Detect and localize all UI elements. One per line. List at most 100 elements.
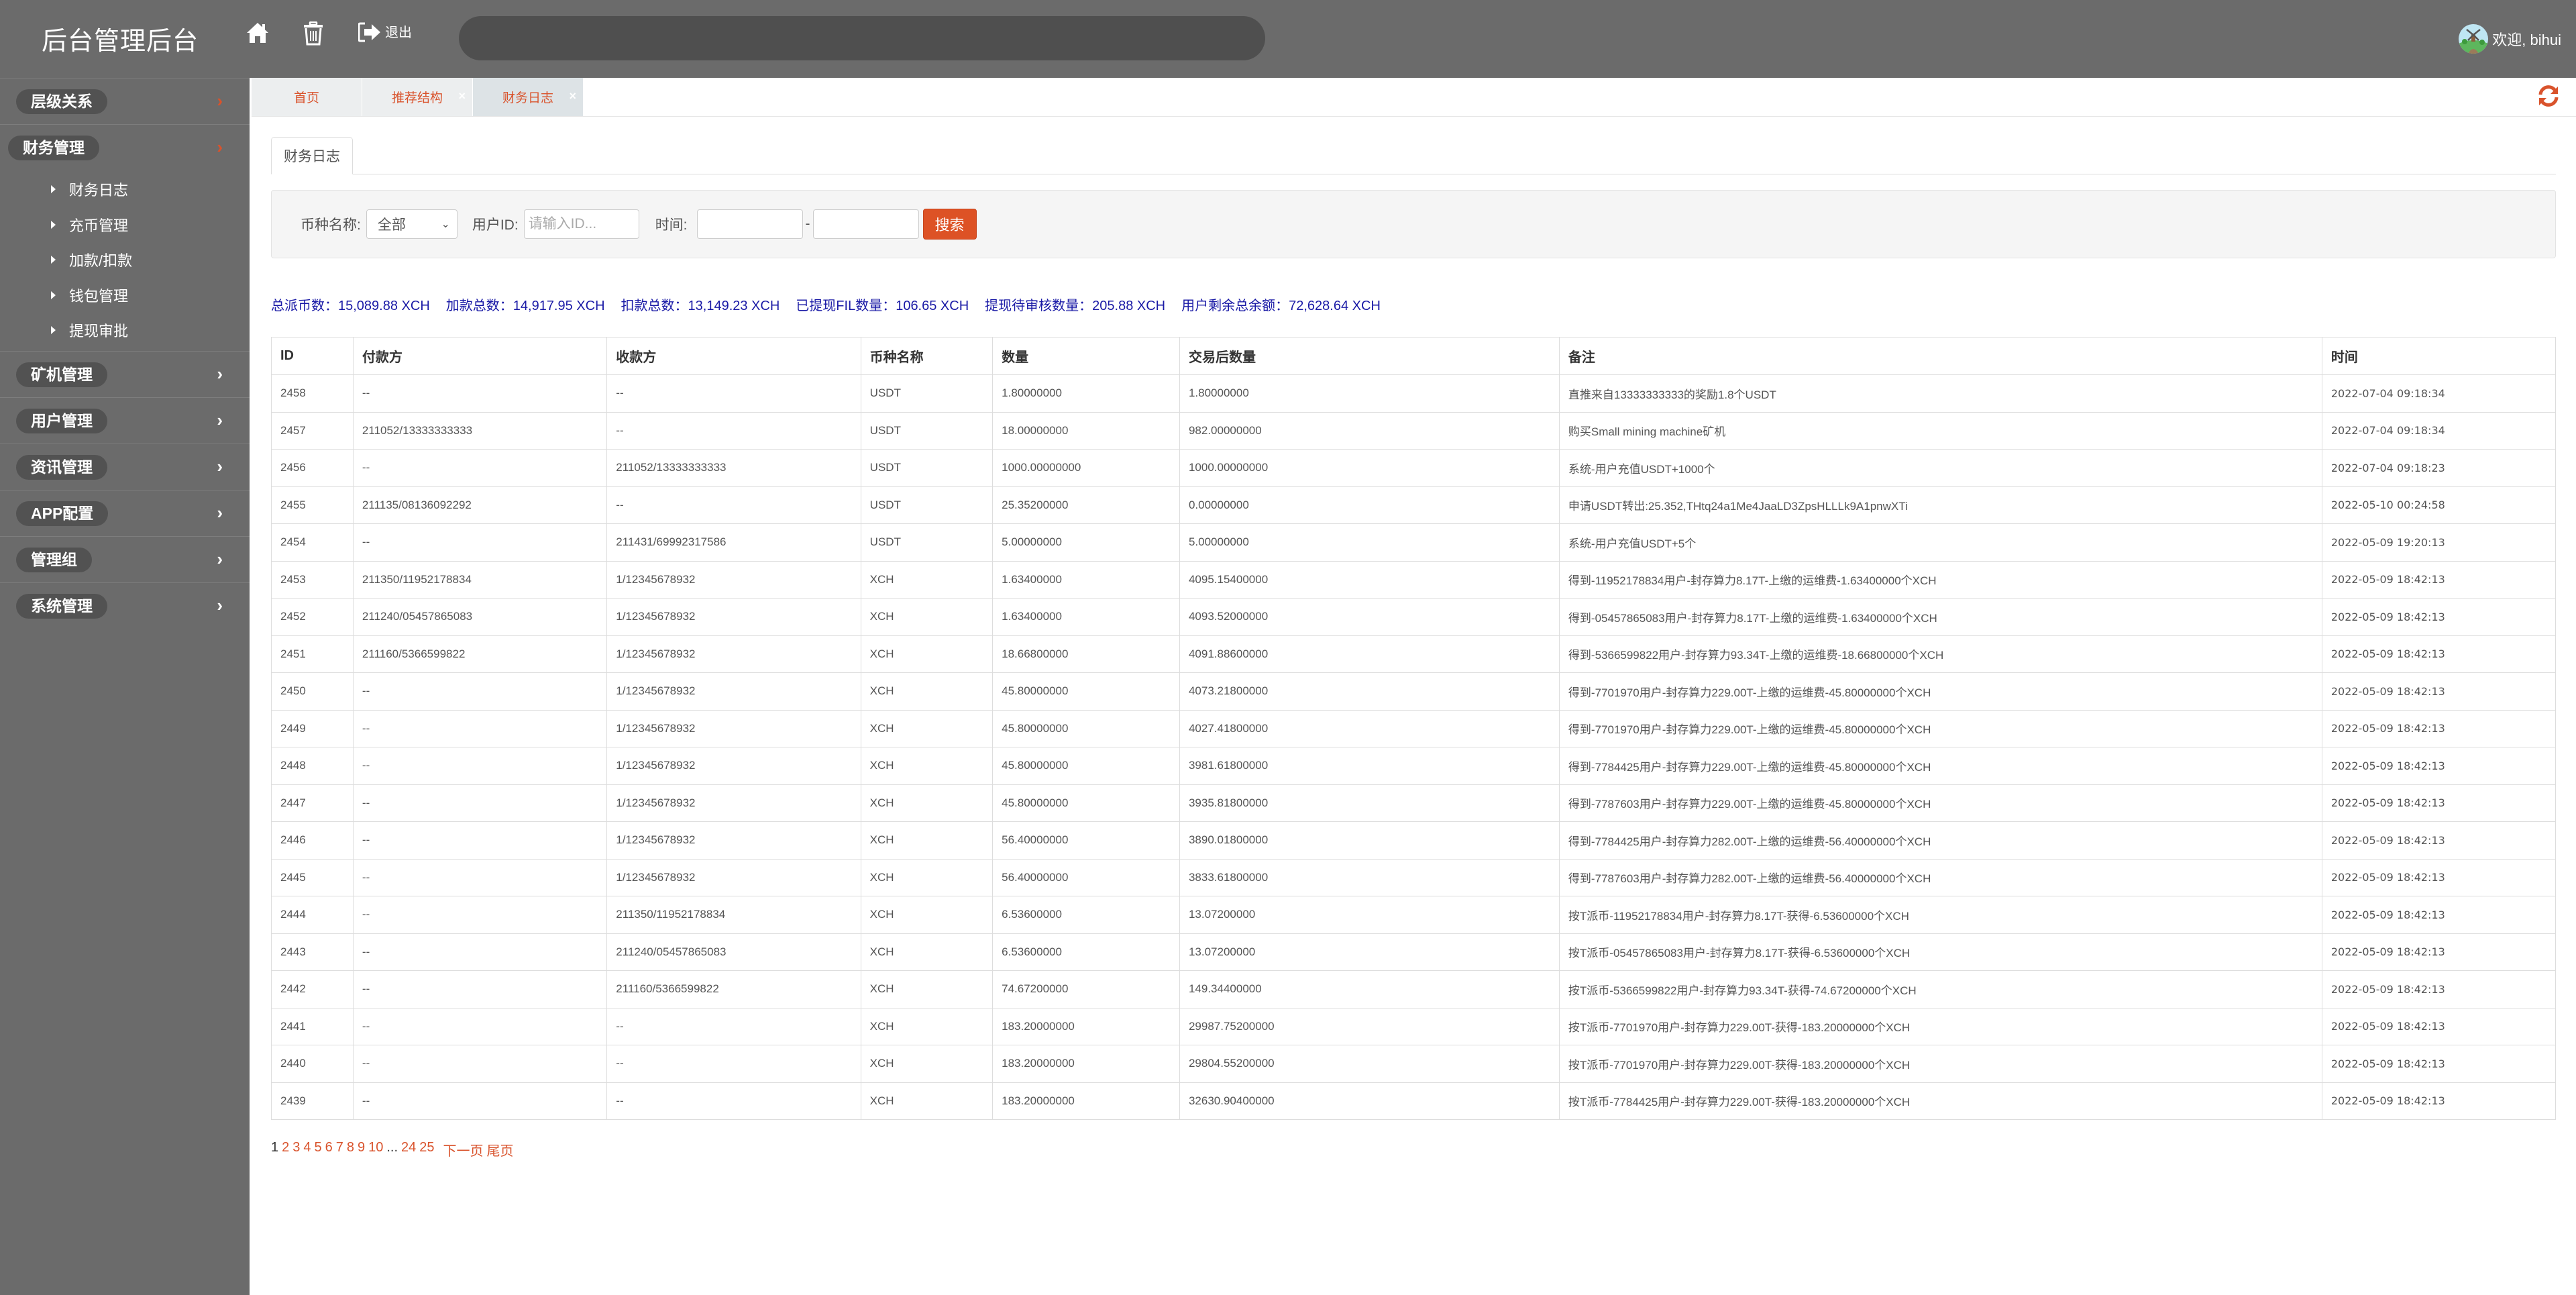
cell-coin: XCH (860, 560, 994, 599)
close-icon[interactable]: × (569, 89, 576, 103)
cell-time: 2022-05-09 18:42:13 (2321, 1082, 2557, 1120)
cell-time: 2022-05-09 18:42:13 (2321, 635, 2557, 673)
chevron-right-icon: › (217, 137, 223, 157)
cell-payer: 211350/11952178834 (352, 560, 608, 599)
logout-button[interactable]: 退出 (358, 21, 412, 42)
cell-payee: 211160/5366599822 (606, 970, 861, 1008)
chevron-right-icon: › (217, 363, 223, 384)
sidebar-item-withdraw-approval[interactable]: 提现审批 (0, 313, 250, 348)
sidebar-item-label: 提现审批 (69, 323, 129, 340)
cell-coin: XCH (860, 858, 994, 896)
cell-remark: 直推来自13333333333的奖励1.8个USDT (1558, 374, 2322, 413)
cell-coin: USDT (860, 374, 994, 413)
page-tab-finance-log[interactable]: 财务日志 (271, 137, 353, 174)
sidebar-group-label: 资讯管理 (16, 454, 107, 480)
table-row: 2457 211052/13333333333 -- USDT 18.00000000 9… (271, 411, 2557, 450)
trash-button[interactable] (303, 21, 323, 46)
page-link[interactable]: 25 (419, 1140, 434, 1159)
start-time-input[interactable] (696, 209, 803, 239)
sidebar-item-label: 财务日志 (69, 182, 129, 199)
sidebar-item-wallet[interactable]: 钱包管理 (0, 278, 250, 313)
sidebar-group-system[interactable]: 系统管理 › (0, 582, 250, 629)
cell-amount: 45.80000000 (992, 709, 1180, 747)
cell-id: 2458 (271, 374, 354, 413)
page-link[interactable]: 4 (303, 1140, 311, 1159)
sidebar-group-app-config[interactable]: APP配置 › (0, 489, 250, 536)
cell-time: 2022-07-04 09:18:34 (2321, 411, 2557, 450)
cell-payer: -- (352, 858, 608, 896)
chevron-right-icon: › (217, 502, 223, 523)
cell-payee: 1/12345678932 (606, 672, 861, 711)
cell-remark: 系统-用户充值USDT+1000个 (1558, 449, 2322, 487)
cell-balance-after: 13.07200000 (1179, 896, 1560, 934)
coin-select[interactable]: 全部 ⌄ (366, 209, 458, 239)
column-header-time: 时间 (2321, 337, 2557, 375)
cell-coin: XCH (860, 821, 994, 860)
sidebar: 层级关系 › 财务管理 › 财务日志 充币管理 加款/扣款 钱包管理 提现审批 … (0, 78, 250, 1295)
refresh-button[interactable] (2537, 85, 2560, 111)
page-link[interactable]: 7 (336, 1140, 343, 1159)
page-link[interactable]: 9 (358, 1140, 365, 1159)
cell-balance-after: 3935.81800000 (1179, 784, 1560, 822)
cell-payer: -- (352, 970, 608, 1008)
cell-payer: 211052/13333333333 (352, 411, 608, 450)
sidebar-group-admin-group[interactable]: 管理组 › (0, 535, 250, 582)
table-row: 2442 -- 211160/5366599822 XCH 74.67200000 149… (271, 970, 2557, 1008)
user-menu[interactable]: 欢迎, bihui (2459, 24, 2561, 54)
page-link[interactable]: 6 (325, 1140, 333, 1159)
cell-payer: -- (352, 672, 608, 711)
next-page-link[interactable]: 下一页 (443, 1140, 484, 1159)
time-label: 时间: (655, 217, 688, 233)
refresh-icon (2538, 85, 2559, 107)
last-page-link[interactable]: 尾页 (487, 1140, 514, 1159)
user-id-input[interactable] (523, 209, 639, 239)
home-icon (247, 23, 268, 43)
cell-time: 2022-05-09 18:42:13 (2321, 858, 2557, 896)
avatar (2459, 24, 2489, 54)
sidebar-group-users[interactable]: 用户管理 › (0, 397, 250, 444)
sidebar-group-hierarchy[interactable]: 层级关系 › (0, 78, 250, 124)
top-search-input[interactable] (459, 16, 1265, 60)
cell-balance-after: 0.00000000 (1179, 486, 1560, 524)
cell-payer: 211135/08136092292 (352, 486, 608, 524)
page-link[interactable]: 10 (368, 1140, 383, 1159)
column-header-payee: 收款方 (606, 337, 861, 375)
page-link[interactable]: 24 (401, 1140, 416, 1159)
cell-payer: -- (352, 374, 608, 413)
pagination: 1 2 3 4 5 6 7 8 9 10... 24 25 下一页 尾页 (271, 1140, 2556, 1159)
tab-referral-structure[interactable]: 推荐结构 × (362, 78, 472, 116)
cell-balance-after: 29804.55200000 (1179, 1045, 1560, 1083)
page-ellipsis: ... (386, 1140, 398, 1155)
sidebar-item-deposit[interactable]: 充币管理 (0, 207, 250, 243)
page-link[interactable]: 5 (315, 1140, 322, 1159)
sidebar-group-miners[interactable]: 矿机管理 › (0, 350, 250, 397)
sidebar-group-news[interactable]: 资讯管理 › (0, 443, 250, 490)
table-row: 2445 -- 1/12345678932 XCH 56.40000000 3833.61… (271, 858, 2557, 896)
cell-amount: 1.63400000 (992, 560, 1180, 599)
cell-amount: 18.00000000 (992, 411, 1180, 450)
sidebar-item-finance-log[interactable]: 财务日志 (0, 172, 250, 207)
tab-home[interactable]: 首页 (252, 78, 362, 116)
home-button[interactable] (246, 21, 270, 44)
cell-amount: 1.80000000 (992, 374, 1180, 413)
sidebar-group-finance[interactable]: 财务管理 › (0, 124, 250, 170)
sidebar-item-adjust-balance[interactable]: 加款/扣款 (0, 242, 250, 278)
page-link[interactable]: 2 (282, 1140, 289, 1159)
end-time-input[interactable] (812, 209, 919, 239)
cell-id: 2443 (271, 933, 354, 971)
cell-payer: -- (352, 709, 608, 747)
cell-id: 2456 (271, 449, 354, 487)
table-row: 2456 -- 211052/13333333333 USDT 1000.0000000… (271, 449, 2557, 487)
welcome-text: 欢迎, bihui (2492, 32, 2561, 48)
cell-remark: 按T派币-5366599822用户-封存算力93.34T-获得-74.67200… (1558, 970, 2322, 1008)
page-link[interactable]: 3 (292, 1140, 300, 1159)
table-row: 2439 -- -- XCH 183.20000000 32630.90400000 按T派… (271, 1082, 2557, 1120)
page-link[interactable]: 8 (347, 1140, 354, 1159)
cell-payer: 211240/05457865083 (352, 598, 608, 636)
sidebar-group-label: 系统管理 (16, 593, 107, 619)
table-row: 2449 -- 1/12345678932 XCH 45.80000000 4027.41… (271, 709, 2557, 747)
close-icon[interactable]: × (458, 89, 466, 103)
chevron-right-icon: › (217, 594, 223, 615)
tab-finance-log[interactable]: 财务日志 × (473, 78, 583, 116)
search-button[interactable]: 搜索 (922, 209, 977, 240)
